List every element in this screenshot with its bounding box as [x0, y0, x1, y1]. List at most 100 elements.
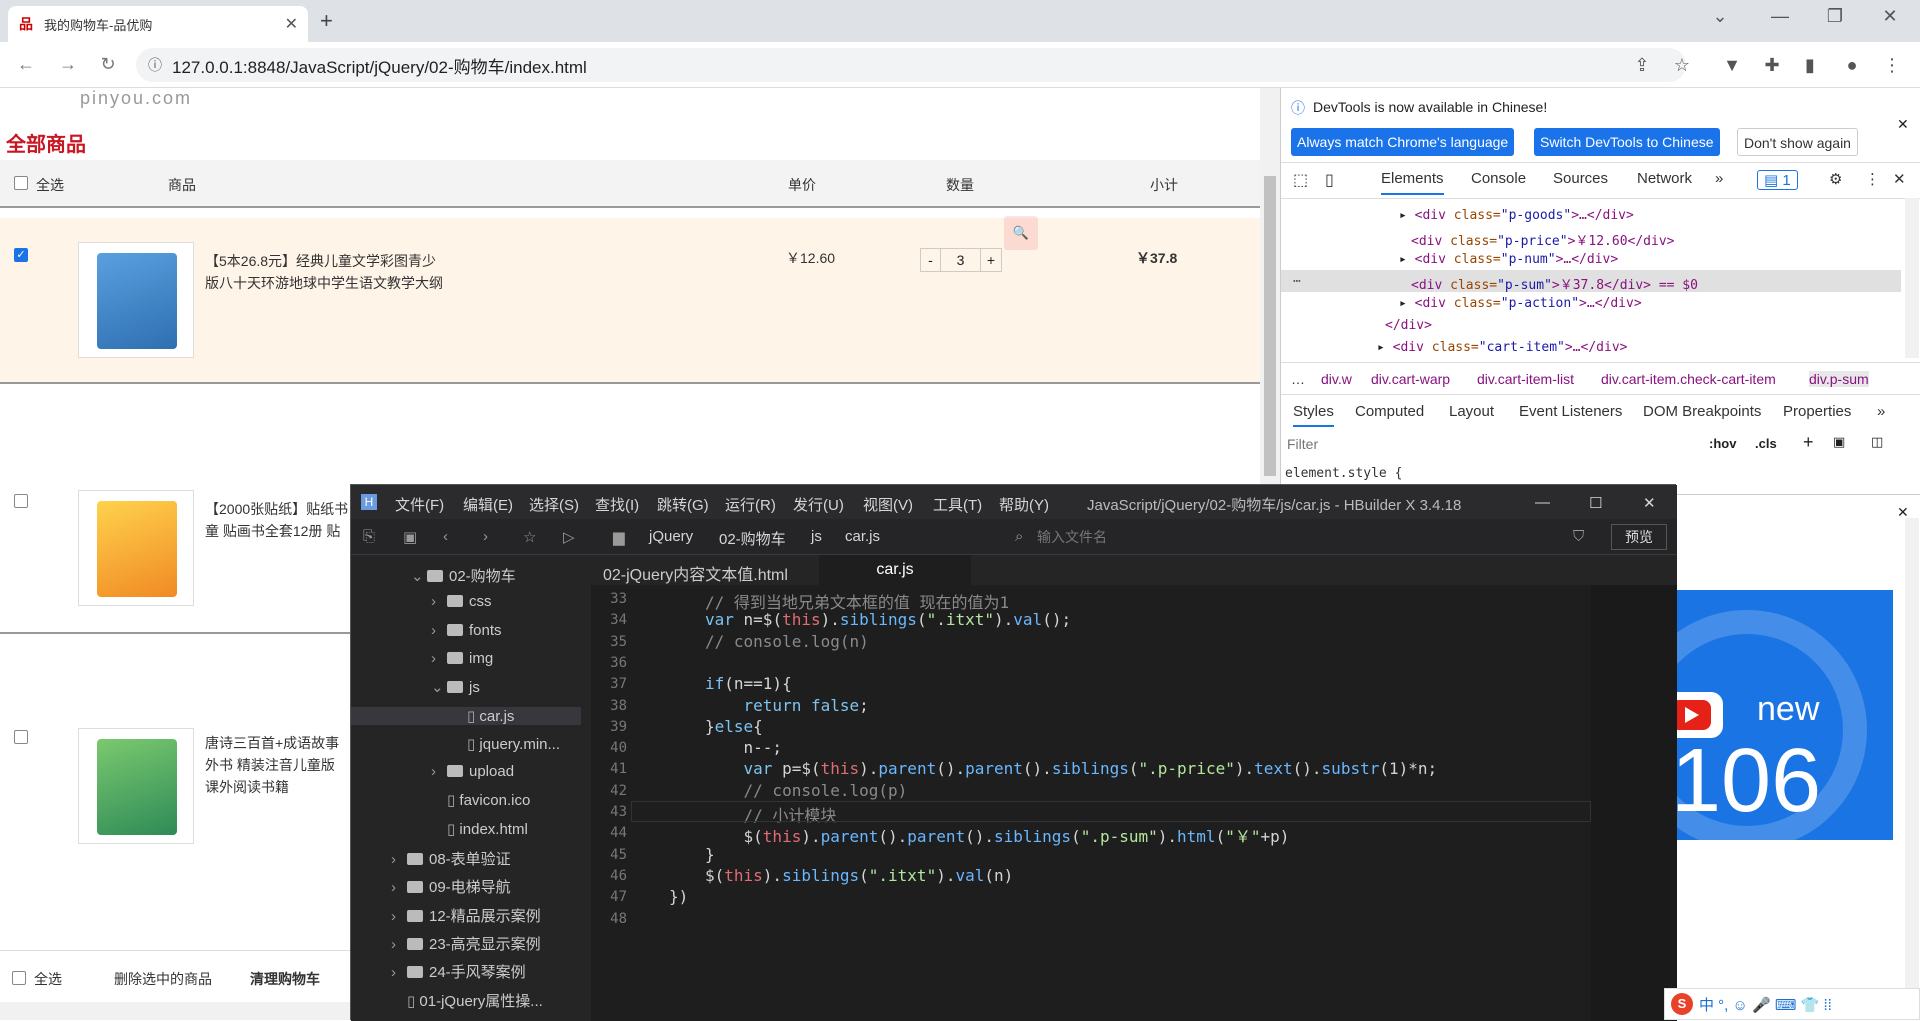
- element-style-rule[interactable]: element.style {: [1285, 466, 1402, 481]
- site-info-icon[interactable]: ⓘ: [148, 55, 162, 75]
- run-icon[interactable]: ▷: [563, 528, 575, 546]
- dont-show-button[interactable]: Don't show again: [1737, 128, 1858, 156]
- device-toggle-icon[interactable]: ▯: [1325, 170, 1334, 190]
- tree-item[interactable]: ▯ index.html: [431, 820, 528, 838]
- chevron-right-icon[interactable]: ›: [431, 650, 447, 667]
- dom-line[interactable]: ▸ <div class="cart-item">…</div>: [1377, 340, 1627, 355]
- goods-name[interactable]: 唐诗三百首+成语故事 外书 精装注音儿童版 课外阅读书籍: [205, 732, 339, 798]
- chevron-right-icon[interactable]: ›: [431, 763, 447, 780]
- browser-tab[interactable]: 品 我的购物车-品优购 ✕: [8, 6, 308, 42]
- qty-input[interactable]: 3: [941, 249, 981, 271]
- preview-button[interactable]: 预览: [1611, 524, 1667, 550]
- more-tabs-icon[interactable]: »: [1715, 170, 1723, 187]
- tree-item[interactable]: ⌄ 02-购物车: [411, 565, 516, 586]
- dom-line[interactable]: </div>: [1385, 318, 1432, 333]
- goods-image[interactable]: [78, 242, 194, 358]
- path-segment[interactable]: car.js: [845, 528, 880, 545]
- menu-run[interactable]: 运行(R): [725, 494, 776, 515]
- path-segment[interactable]: 02-购物车: [719, 528, 786, 549]
- subtab-properties[interactable]: Properties: [1783, 403, 1851, 420]
- code-line[interactable]: // console.log(p): [705, 781, 908, 800]
- breadcrumb-current[interactable]: div.p-sum: [1809, 371, 1869, 387]
- tab-search-icon[interactable]: ⌄: [1700, 6, 1740, 27]
- menu-edit[interactable]: 编辑(E): [463, 494, 513, 515]
- code-line[interactable]: var n=$(this).siblings(".itxt").val();: [705, 610, 1071, 629]
- subtab-styles[interactable]: Styles: [1293, 403, 1334, 427]
- color-format-icon[interactable]: ▣: [1833, 434, 1845, 450]
- menu-view[interactable]: 视图(V): [863, 494, 913, 515]
- hb-minimize-button[interactable]: —: [1535, 494, 1550, 511]
- qty-decrement-button[interactable]: -: [921, 249, 941, 271]
- back-nav-icon[interactable]: ‹: [443, 528, 448, 545]
- dom-line[interactable]: ▸ <div class="p-num">…</div>: [1399, 252, 1618, 267]
- code-editor[interactable]: 02-jQuery内容文本值.html car.js 33// 得到当地兄弟文本…: [591, 555, 1677, 1021]
- close-notice-icon[interactable]: ✕: [1897, 116, 1909, 133]
- menu-find[interactable]: 查找(I): [595, 494, 639, 515]
- chevron-down-icon[interactable]: ⌄: [431, 678, 447, 696]
- styles-filter-input[interactable]: [1287, 432, 1617, 456]
- item-checkbox[interactable]: [14, 494, 28, 508]
- code-minimap[interactable]: [1591, 585, 1677, 1021]
- close-window-button[interactable]: ✕: [1870, 6, 1910, 27]
- tab-network[interactable]: Network: [1637, 170, 1692, 187]
- tab-sources[interactable]: Sources: [1553, 170, 1608, 187]
- favorite-star-icon[interactable]: ☆: [523, 528, 536, 546]
- tab-elements[interactable]: Elements: [1381, 170, 1444, 195]
- hb-close-button[interactable]: ✕: [1643, 494, 1656, 512]
- tree-item[interactable]: › 09-电梯导航: [391, 876, 511, 897]
- whats-new-video[interactable]: new 106: [1667, 590, 1893, 840]
- dom-line[interactable]: ▸ <div class="p-goods">…</div>: [1399, 208, 1634, 223]
- chevron-right-icon[interactable]: ›: [391, 879, 407, 896]
- tree-item[interactable]: › upload: [431, 763, 514, 780]
- chevron-down-icon[interactable]: ⌄: [411, 567, 427, 585]
- chevron-right-icon[interactable]: ›: [431, 593, 447, 610]
- breadcrumb[interactable]: div.cart-warp: [1371, 371, 1450, 387]
- code-line[interactable]: $(this).siblings(".itxt").val(n): [705, 866, 1013, 885]
- back-icon[interactable]: ←: [14, 54, 38, 75]
- path-segment[interactable]: js: [811, 528, 822, 545]
- item-checkbox[interactable]: [14, 730, 28, 744]
- chevron-right-icon[interactable]: ›: [431, 622, 447, 639]
- dom-row-ellipsis-icon[interactable]: ⋯: [1293, 274, 1301, 289]
- tree-item[interactable]: ▯ favicon.ico: [431, 791, 530, 809]
- inspect-icon[interactable]: ⬚: [1293, 170, 1308, 190]
- restore-button[interactable]: ❐: [1815, 6, 1855, 27]
- ime-status[interactable]: 中 °, ☺ 🎤 ⌨ 👕 ⁞⁞: [1699, 994, 1832, 1015]
- editor-tab-active[interactable]: car.js: [819, 555, 971, 585]
- tab-console[interactable]: Console: [1471, 170, 1526, 187]
- menu-publish[interactable]: 发行(U): [793, 494, 844, 515]
- subtab-event-listeners[interactable]: Event Listeners: [1519, 403, 1622, 420]
- class-toggle[interactable]: .cls: [1755, 436, 1777, 451]
- goods-image[interactable]: [78, 728, 194, 844]
- dom-line[interactable]: ▸ <div class="p-action">…</div>: [1399, 296, 1642, 311]
- chevron-right-icon[interactable]: ›: [391, 964, 407, 981]
- tree-item[interactable]: › 12-精品展示案例: [391, 905, 541, 926]
- code-line[interactable]: if(n==1){: [705, 674, 792, 693]
- delete-selected-link[interactable]: 删除选中的商品: [114, 969, 212, 989]
- extensions-icon[interactable]: ✚: [1760, 55, 1784, 76]
- minimize-button[interactable]: —: [1760, 6, 1800, 27]
- code-area[interactable]: 33// 得到当地兄弟文本框的值 现在的值为1 34 var n=$(this).s…: [591, 585, 1591, 1021]
- reload-icon[interactable]: ↻: [96, 54, 120, 75]
- save-icon[interactable]: ▣: [403, 528, 417, 546]
- omnibox[interactable]: ⓘ 127.0.0.1:8848/JavaScript/jQuery/02-购物…: [136, 48, 1686, 82]
- menu-tools[interactable]: 工具(T): [933, 494, 982, 515]
- item-checkbox[interactable]: ✓: [14, 248, 28, 262]
- code-line[interactable]: return false;: [705, 696, 869, 715]
- profile-avatar-icon[interactable]: ●: [1840, 55, 1864, 76]
- code-line[interactable]: $(this).parent().parent().siblings(".p-s…: [705, 823, 1290, 847]
- ime-toolbar[interactable]: S 中 °, ☺ 🎤 ⌨ 👕 ⁞⁞: [1664, 988, 1920, 1020]
- forward-icon[interactable]: →: [56, 54, 80, 75]
- forward-nav-icon[interactable]: ›: [483, 528, 488, 545]
- code-line[interactable]: }else{: [705, 717, 763, 736]
- tree-item[interactable]: › fonts: [431, 622, 502, 639]
- footer-select-all-checkbox[interactable]: [12, 971, 26, 985]
- switch-chinese-button[interactable]: Switch DevTools to Chinese: [1534, 128, 1720, 156]
- more-subtabs-icon[interactable]: »: [1877, 403, 1885, 420]
- code-line[interactable]: n--;: [705, 738, 783, 757]
- select-all-checkbox[interactable]: [14, 176, 28, 190]
- toggle-sidebar-icon[interactable]: ◫: [1871, 434, 1883, 450]
- qty-increment-button[interactable]: +: [981, 249, 1001, 271]
- new-tab-button[interactable]: +: [320, 8, 333, 34]
- sogou-ime-icon[interactable]: S: [1671, 993, 1693, 1015]
